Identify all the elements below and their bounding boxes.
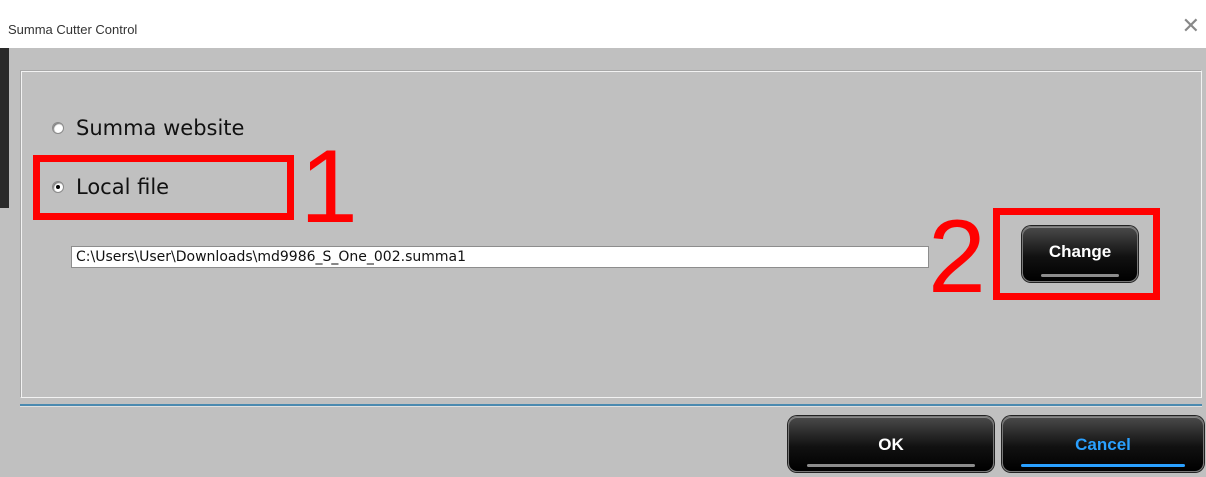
- title-bar: Summa Cutter Control ✕: [0, 0, 1206, 48]
- radio-summa-website[interactable]: Summa website: [52, 116, 244, 140]
- left-edge-decoration: [0, 48, 9, 208]
- annotation-box-local-file: [33, 155, 294, 220]
- ok-button[interactable]: OK: [788, 416, 994, 472]
- file-path-input[interactable]: [71, 246, 929, 268]
- window-title: Summa Cutter Control: [8, 22, 138, 37]
- cancel-button[interactable]: Cancel: [1002, 416, 1204, 472]
- cancel-button-highlight: [1021, 464, 1185, 467]
- cancel-button-label: Cancel: [1075, 435, 1131, 454]
- radio-summa-website-button[interactable]: [52, 122, 64, 134]
- annotation-number-1: 1: [300, 129, 358, 245]
- ok-button-label: OK: [878, 435, 904, 454]
- separator-line: [20, 404, 1202, 407]
- radio-summa-website-label: Summa website: [76, 116, 245, 140]
- ok-button-highlight: [807, 464, 975, 467]
- close-icon[interactable]: ✕: [1182, 16, 1200, 38]
- annotation-number-2: 2: [928, 199, 986, 315]
- annotation-box-change: [993, 208, 1160, 300]
